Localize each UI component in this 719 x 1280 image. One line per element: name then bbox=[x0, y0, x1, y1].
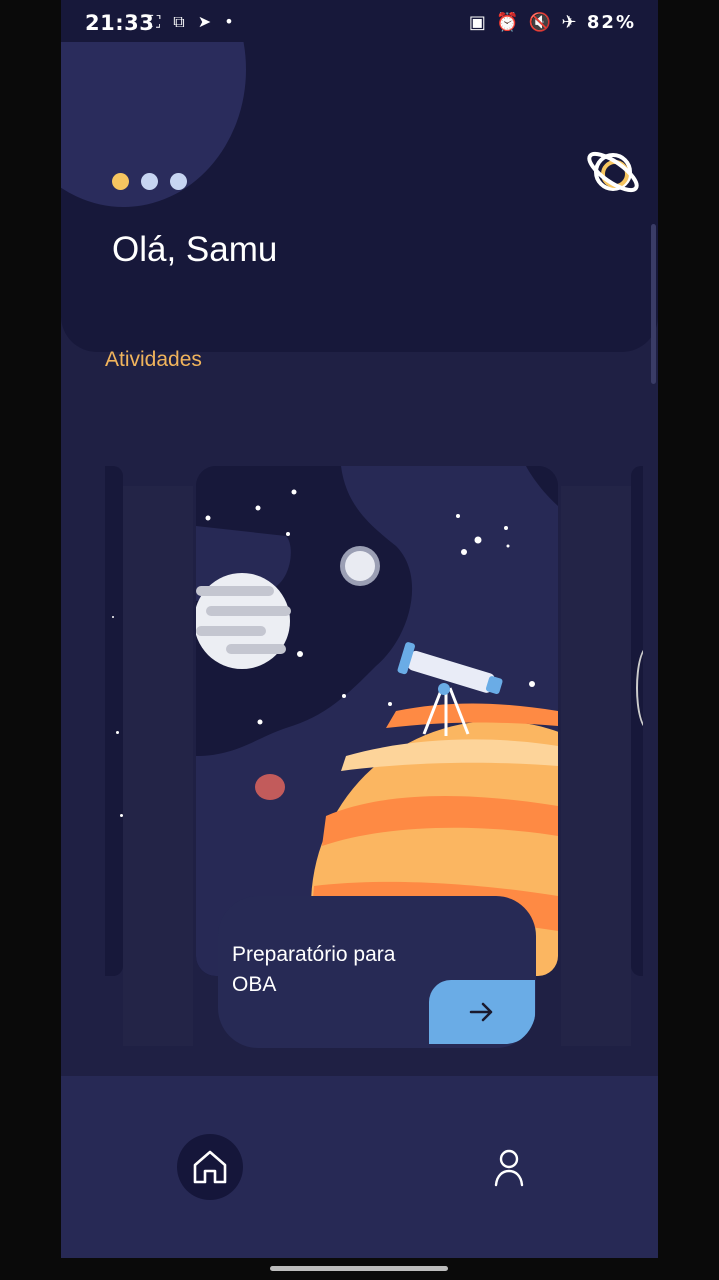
pager-dot bbox=[141, 173, 158, 190]
status-icons: ▣ ⏰ 🔇 ✈ bbox=[468, 12, 579, 33]
carousel-shadow bbox=[561, 486, 631, 1046]
activity-title: Preparatório para OBA bbox=[232, 943, 396, 996]
nav-profile-button[interactable] bbox=[487, 1146, 531, 1190]
arrow-right-icon bbox=[469, 1002, 493, 1022]
planet-icon[interactable] bbox=[583, 142, 643, 202]
battery-level: 82% bbox=[586, 12, 636, 33]
user-icon bbox=[494, 1149, 524, 1187]
status-time: 21:33 bbox=[85, 11, 155, 35]
activity-card-footer[interactable]: Preparatório para OBA bbox=[218, 896, 536, 1048]
open-activity-button[interactable] bbox=[429, 980, 535, 1044]
pager-dot bbox=[170, 173, 187, 190]
status-bar: 21:33 ⛶ ⧉ ➤ • ▣ ⏰ 🔇 ✈ 82% bbox=[61, 0, 658, 42]
nav-home-button[interactable] bbox=[177, 1134, 243, 1200]
carousel-card-previous[interactable] bbox=[105, 466, 123, 976]
home-indicator[interactable] bbox=[270, 1266, 448, 1271]
app-screen: 21:33 ⛶ ⧉ ➤ • ▣ ⏰ 🔇 ✈ 82% Olá, Samu Ativ… bbox=[61, 0, 658, 1258]
bottom-nav bbox=[61, 1076, 658, 1258]
carousel-shadow bbox=[123, 486, 193, 1046]
header: Olá, Samu bbox=[61, 42, 658, 352]
pager-dot bbox=[112, 173, 129, 190]
scrollbar[interactable] bbox=[651, 224, 656, 384]
home-icon bbox=[193, 1150, 227, 1184]
greeting-title: Olá, Samu bbox=[112, 230, 278, 269]
status-right: ▣ ⏰ 🔇 ✈ 82% bbox=[469, 12, 636, 33]
status-left-icons: ⛶ ⧉ ➤ • bbox=[149, 12, 238, 31]
section-title: Atividades bbox=[105, 348, 202, 371]
pager-dots bbox=[112, 173, 199, 194]
carousel-card-next[interactable] bbox=[631, 466, 643, 976]
